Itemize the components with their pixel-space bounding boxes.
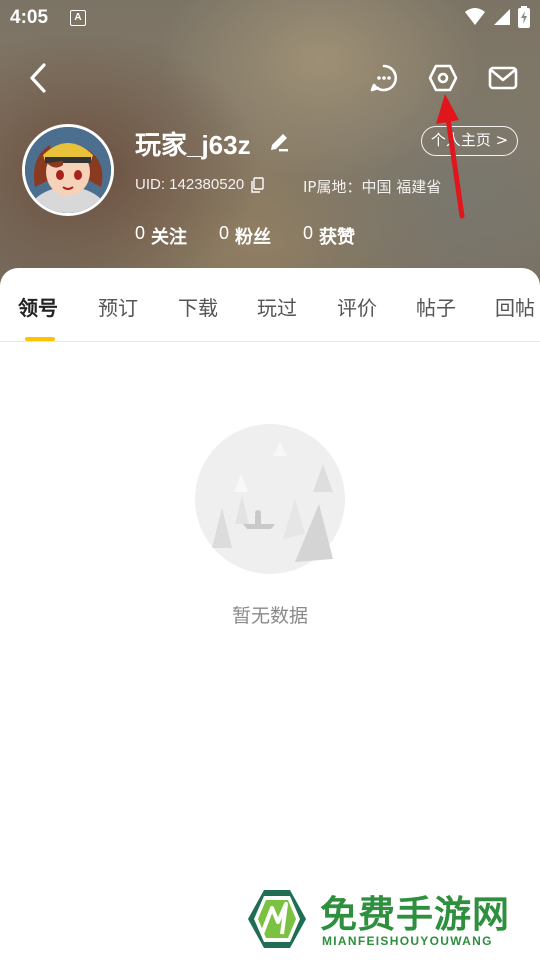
watermark-subtitle: MIANFEISHOUYOUWANG (322, 934, 493, 948)
stat-value: 0 (303, 223, 314, 243)
empty-state-text: 暂无数据 (231, 605, 308, 627)
profile-stats: 0 关注 0 粉丝 0 获赞 (135, 223, 387, 249)
stat-label: 粉丝 (235, 227, 272, 248)
settings-hexagon-icon (428, 64, 458, 92)
avatar-image (25, 127, 111, 213)
active-tab-indicator (25, 337, 55, 341)
signal-icon (494, 9, 510, 25)
tab-download[interactable]: 下载 (178, 292, 218, 321)
chat-bubble-icon (370, 64, 397, 92)
chat-button[interactable] (364, 58, 404, 98)
status-icons (464, 6, 530, 28)
tab-posts[interactable]: 帖子 (416, 292, 456, 321)
tab-replies[interactable]: 回帖 (495, 292, 535, 321)
empty-state-illustration (195, 424, 345, 574)
back-arrow-icon (30, 63, 46, 93)
content-card: 领号 预订 下载 玩过 评价 帖子 回帖 暂无数据 (0, 268, 540, 960)
tab-played[interactable]: 玩过 (257, 292, 297, 321)
ip-location: IP属地：中国 福建省 (303, 178, 442, 196)
back-button[interactable] (18, 58, 58, 98)
tab-reserve[interactable]: 预订 (98, 292, 138, 321)
uid-text: UID: 142380520 (135, 176, 245, 193)
status-bar: 4:05 A (0, 0, 540, 38)
status-time: 4:05 (10, 7, 49, 28)
avatar[interactable] (22, 124, 114, 216)
stat-followers[interactable]: 0 粉丝 (219, 223, 271, 249)
tab-claim-code[interactable]: 领号 (18, 292, 58, 321)
battery-icon (518, 6, 530, 28)
stat-likes[interactable]: 0 获赞 (303, 223, 355, 249)
edit-pencil-icon[interactable] (267, 130, 291, 154)
username: 玩家_j63z (135, 130, 251, 160)
tab-reviews[interactable]: 评价 (337, 292, 377, 321)
notification-icon: A (70, 10, 86, 26)
stat-label: 获赞 (319, 227, 356, 248)
copy-icon[interactable] (250, 176, 264, 193)
watermark-title: 免费手游网 (320, 893, 510, 936)
mail-button[interactable] (483, 58, 523, 98)
uid-row: UID: 142380520 (135, 176, 264, 193)
watermark: 免费手游网 MIANFEISHOUYOUWANG (244, 886, 540, 956)
tab-bar: 领号 预订 下载 玩过 评价 帖子 回帖 (0, 268, 540, 342)
watermark-logo-icon (248, 890, 306, 948)
annotation-arrow-icon (436, 94, 465, 219)
stat-value: 0 (219, 223, 230, 243)
stat-following[interactable]: 0 关注 (135, 223, 187, 249)
mail-icon (488, 66, 518, 90)
stat-label: 关注 (151, 227, 188, 248)
stat-value: 0 (135, 223, 146, 243)
wifi-icon (465, 8, 485, 25)
